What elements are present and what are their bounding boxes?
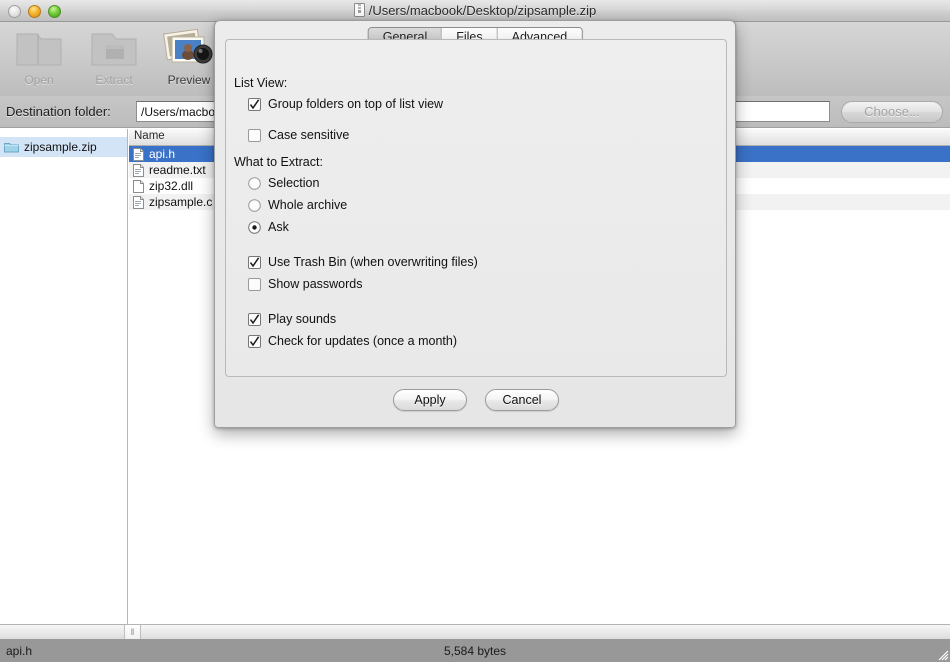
- window-titlebar: /Users/macbook/Desktop/zipsample.zip: [0, 0, 950, 22]
- file-text-icon: [133, 163, 144, 177]
- toolbar-button-open[interactable]: Open: [2, 24, 76, 87]
- radio-unchecked-icon: [248, 198, 261, 212]
- splitter-grip[interactable]: ‖: [124, 625, 141, 639]
- folder-icon: [4, 141, 19, 153]
- app-root: /Users/macbook/Desktop/zipsample.zip Ope…: [0, 0, 950, 662]
- sidebar-item-label: zipsample.zip: [24, 140, 97, 154]
- sidebar-item-zipsample[interactable]: zipsample.zip: [0, 137, 127, 157]
- checkbox-checked-icon: [248, 334, 261, 348]
- archive-sidebar: zipsample.zip: [0, 129, 128, 624]
- checkbox-label: Use Trash Bin (when overwriting files): [268, 255, 478, 269]
- checkbox-label: Check for updates (once a month): [268, 334, 457, 348]
- column-header-name: Name: [134, 130, 165, 142]
- checkbox-check-for-updates[interactable]: Check for updates (once a month): [234, 330, 718, 352]
- status-filesize: 5,584 bytes: [443, 644, 507, 658]
- checkbox-checked-icon: [248, 97, 261, 111]
- checkbox-label: Group folders on top of list view: [268, 97, 444, 111]
- horizontal-splitter[interactable]: ‖: [0, 624, 950, 639]
- checkbox-case-sensitive[interactable]: Case sensitive: [234, 124, 718, 146]
- checkbox-checked-icon: [248, 312, 261, 326]
- radio-selection[interactable]: Selection: [234, 172, 718, 194]
- choose-button[interactable]: Choose...: [841, 101, 943, 123]
- apply-button[interactable]: Apply: [393, 389, 467, 411]
- window-title: /Users/macbook/Desktop/zipsample.zip: [0, 0, 950, 22]
- checkbox-checked-icon: [248, 255, 261, 269]
- resize-grip[interactable]: [935, 647, 949, 661]
- checkbox-label: Play sounds: [268, 312, 337, 326]
- checkbox-label: Case sensitive: [268, 128, 350, 142]
- file-text-icon: [133, 147, 144, 161]
- checkbox-group-folders[interactable]: Group folders on top of list view: [234, 93, 718, 115]
- checkbox-unchecked-icon: [248, 128, 261, 142]
- statusbar: api.h 5,584 bytes: [0, 639, 950, 662]
- radio-label: Selection: [268, 176, 320, 190]
- radio-ask[interactable]: Ask: [234, 216, 718, 238]
- file-name: api.h: [149, 147, 176, 161]
- checkbox-unchecked-icon: [248, 277, 261, 291]
- file-name: readme.txt: [149, 163, 206, 177]
- file-name: zip32.dll: [149, 179, 194, 193]
- window-title-text: /Users/macbook/Desktop/zipsample.zip: [368, 3, 597, 18]
- file-blank-icon: [133, 179, 144, 193]
- toolbar-label-open: Open: [24, 73, 54, 87]
- open-folder-icon: [2, 24, 76, 72]
- toolbar-button-extract[interactable]: Extract: [77, 24, 151, 87]
- file-name: zipsample.c: [149, 195, 213, 209]
- radio-unchecked-icon: [248, 176, 261, 190]
- dialog-panel: List View: Group folders on top of list …: [225, 39, 727, 377]
- radio-whole-archive[interactable]: Whole archive: [234, 194, 718, 216]
- checkbox-use-trash-bin[interactable]: Use Trash Bin (when overwriting files): [234, 251, 718, 273]
- checkbox-label: Show passwords: [268, 277, 363, 291]
- destination-folder-label: Destination folder:: [6, 104, 111, 119]
- file-text-icon: [133, 195, 144, 209]
- toolbar-label-extract: Extract: [95, 73, 133, 87]
- checkbox-play-sounds[interactable]: Play sounds: [234, 308, 718, 330]
- extract-folder-icon: [77, 24, 151, 72]
- radio-label: Whole archive: [268, 198, 348, 212]
- preferences-dialog: General Files Advanced List View: Group …: [214, 20, 736, 428]
- list-view-group-label: List View:: [234, 76, 288, 90]
- radio-label: Ask: [268, 220, 289, 234]
- cancel-button[interactable]: Cancel: [485, 389, 559, 411]
- what-to-extract-group-label: What to Extract:: [234, 155, 323, 169]
- checkbox-show-passwords[interactable]: Show passwords: [234, 273, 718, 295]
- dialog-button-row: Apply Cancel: [215, 389, 737, 411]
- radio-checked-icon: [248, 220, 261, 234]
